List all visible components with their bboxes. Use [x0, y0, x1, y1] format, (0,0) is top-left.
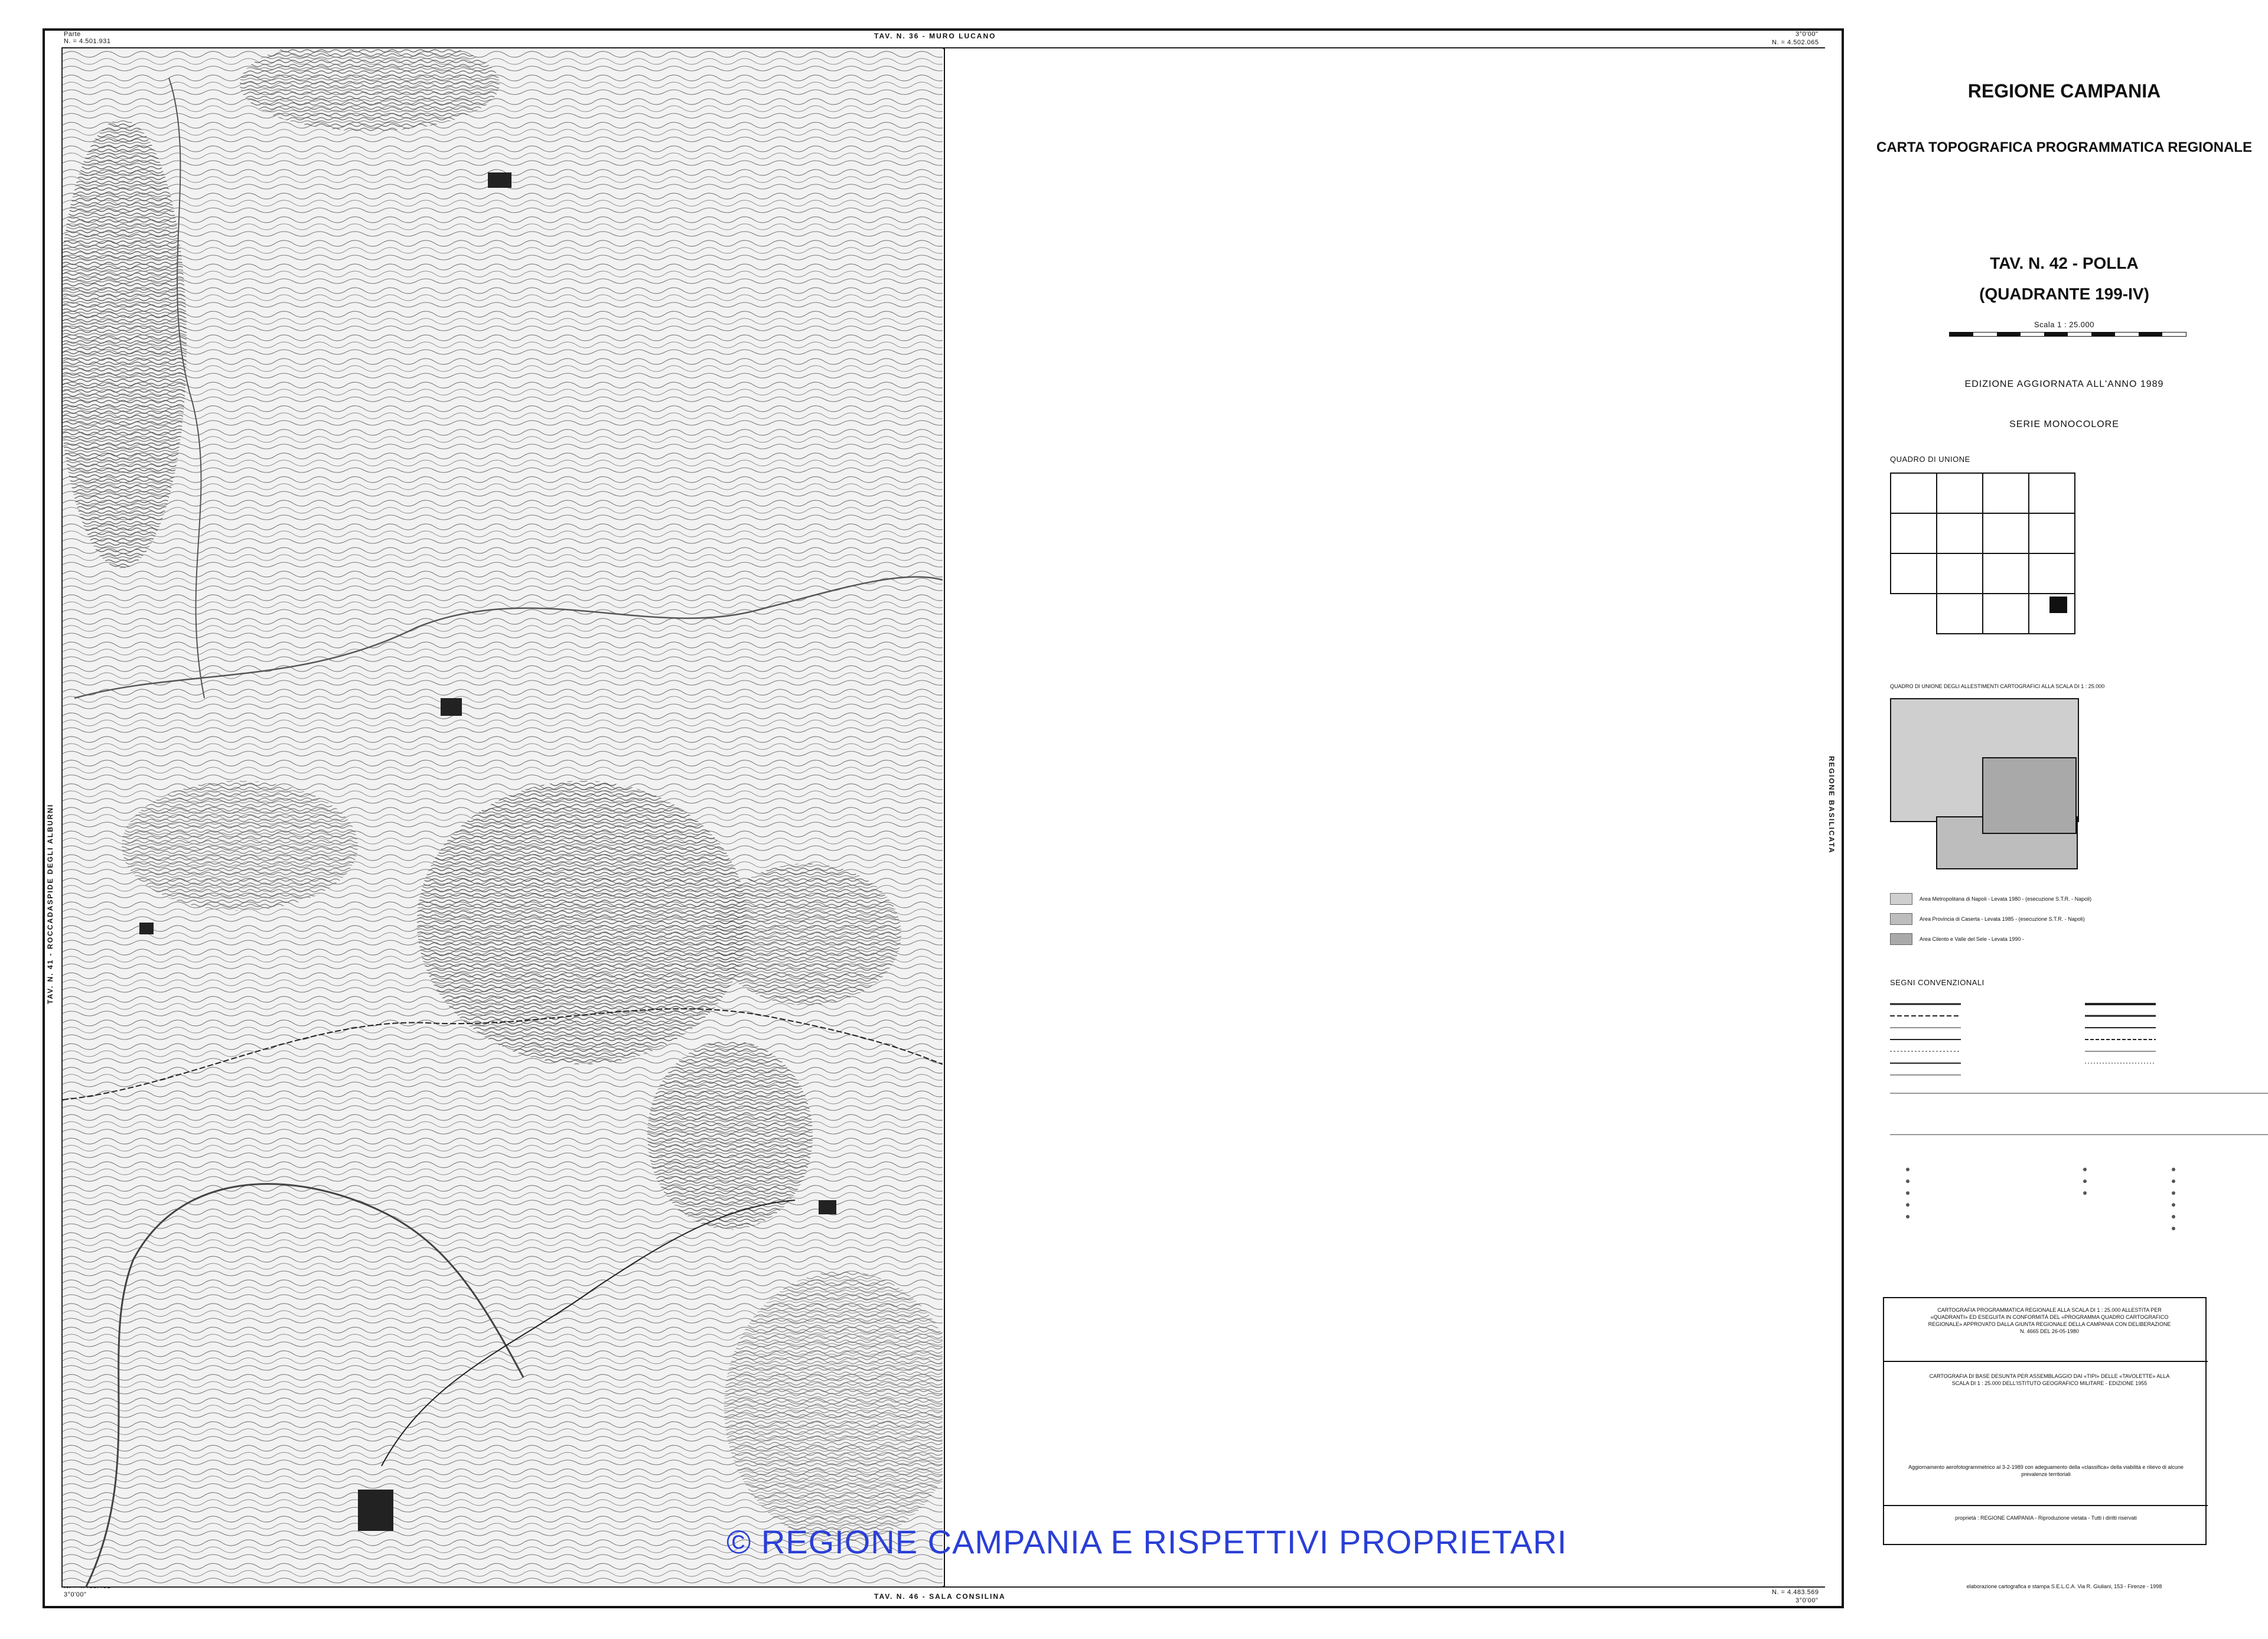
sheet-title: TAV. N. 42 - POLLA [1990, 254, 2139, 272]
scale-label: Scala 1 : 25.000 [2034, 320, 2094, 329]
info-box: CARTOGRAFIA PROGRAMMATICA REGIONALE ALLA… [1883, 1297, 2208, 1545]
legend-symbols [1890, 1003, 2268, 1230]
bottom-edge-label: TAV. N. 46 - SALA CONSILINA [874, 1592, 1006, 1601]
corner-tl-deg: Parte [64, 31, 81, 38]
corner-bl-deg: 3°0'00" [64, 1591, 87, 1598]
legend-panel: REGIONE CAMPANIA CARTA TOPOGRAFICA PROGR… [1860, 59, 2268, 1624]
area-legend-3: Area Cilento e Valle del Sele - Levata 1… [1890, 933, 2024, 945]
map-series-title: CARTA TOPOGRAFICA PROGRAMMATICA REGIONAL… [1876, 139, 2252, 155]
current-sheet-marker [2049, 597, 2067, 613]
info-text-2: CARTOGRAFIA DI BASE DESUNTA PER ASSEMBLA… [1929, 1373, 2170, 1386]
series-label: SERIE MONOCOLORE [2009, 419, 2119, 429]
corner-br-deg: 3°0'00" [1795, 1597, 1819, 1604]
printer-credit: elaborazione cartografica e stampa S.E.L… [1966, 1583, 2162, 1589]
area-swatch-3 [1890, 933, 1912, 945]
unmapped-area [944, 48, 1825, 1586]
top-edge-label: TAV. N. 36 - MURO LUCANO [874, 32, 996, 40]
legend-title: SEGNI CONVENZIONALI [1890, 978, 1984, 987]
corner-br-coords: N. = 4.483.569 [1772, 1589, 1819, 1596]
quadrant-label: (QUADRANTE 199-IV) [1979, 285, 2149, 303]
corner-tr-coords: N. = 4.502.065 [1772, 39, 1819, 46]
edition-label: EDIZIONE AGGIORNATA ALL'ANNO 1989 [1964, 379, 2164, 389]
corner-tl-coords: N. = 4.501.931 [64, 38, 111, 45]
right-edge-label: REGIONE BASILICATA [1827, 756, 1836, 854]
area-legend-1: Area Metropolitana di Napoli - Levata 19… [1890, 893, 2091, 905]
area-swatch-2 [1890, 913, 1912, 925]
area-legend-2: Area Provincia di Caserta - Levata 1985 … [1890, 913, 2085, 925]
topographic-map[interactable] [63, 48, 943, 1586]
region-title: REGIONE CAMPANIA [1967, 80, 2161, 102]
rights-text: proprietà : REGIONE CAMPANIA - Riproduzi… [1955, 1515, 2137, 1521]
info-text-3: Aggiornamento aerofotogrammetrico al 3-2… [1908, 1464, 2184, 1477]
left-edge-label: TAV. N. 41 - ROCCADASPIDE DEGLI ALBURNI [46, 803, 54, 1004]
copyright-watermark: © REGIONE CAMPANIA E RISPETTIVI PROPRIET… [726, 1523, 1568, 1560]
corner-tr-deg: 3°0'00" [1795, 31, 1819, 38]
index-grid-title: QUADRO DI UNIONE [1890, 455, 1970, 464]
coverage-grid [1890, 698, 2091, 881]
index2-title: QUADRO DI UNIONE DEGLI ALLESTIMENTI CART… [1890, 683, 2105, 689]
scale-bar [1949, 332, 2186, 337]
index-grid [1890, 473, 2091, 644]
area-swatch-1 [1890, 893, 1912, 905]
info-text-1: CARTOGRAFIA PROGRAMMATICA REGIONALE ALLA… [1928, 1307, 2171, 1334]
